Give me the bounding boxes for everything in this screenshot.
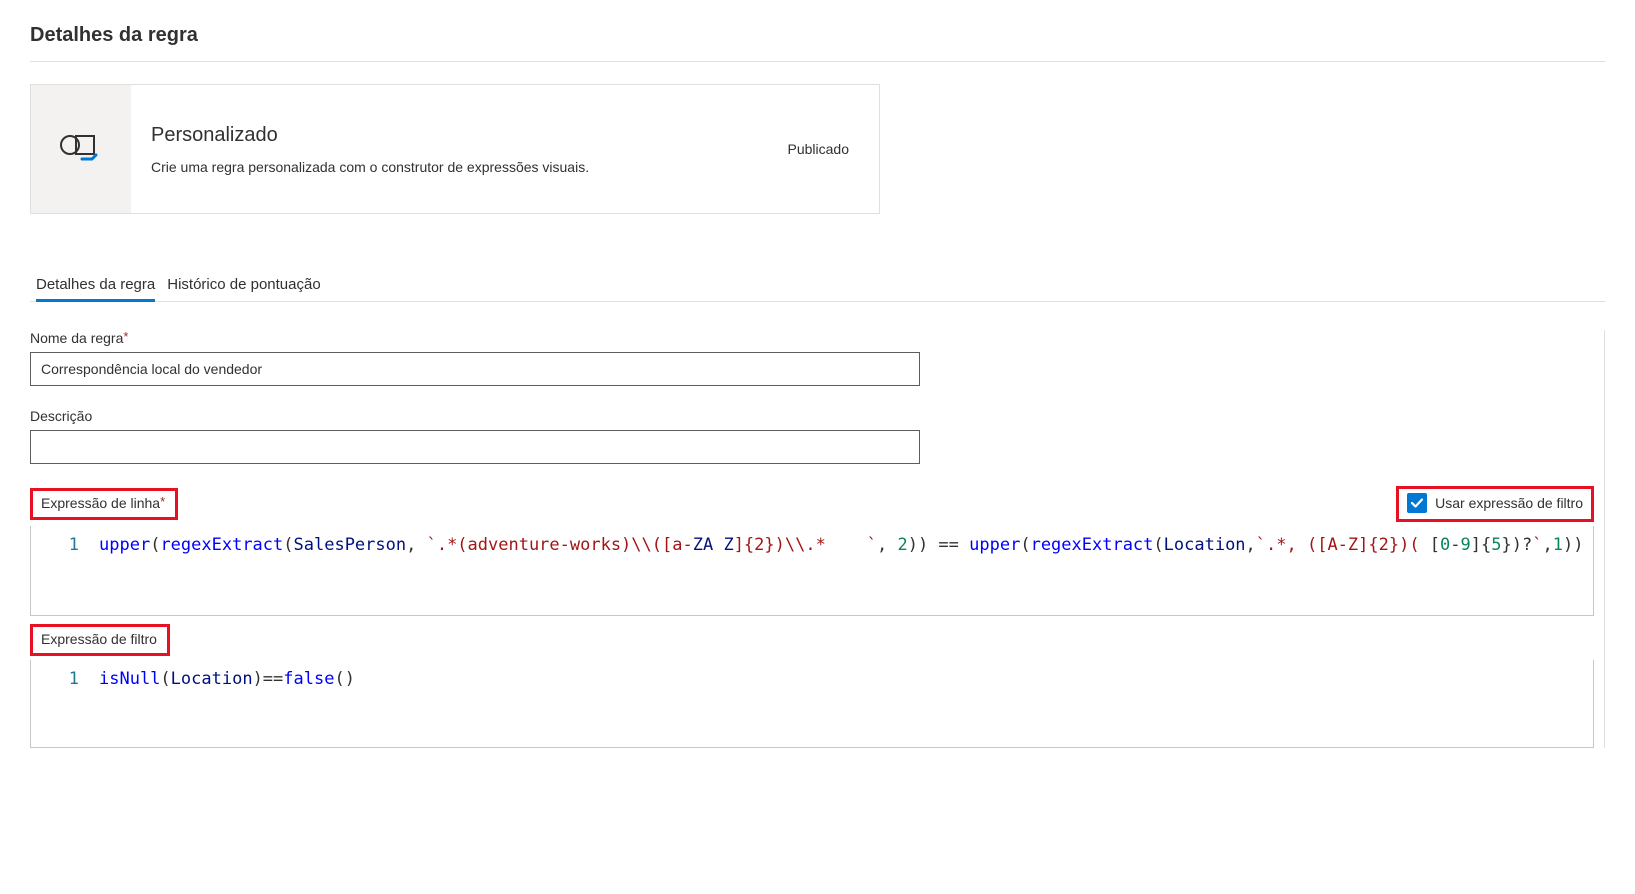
use-filter-expression-label: Usar expressão de filtro bbox=[1435, 495, 1583, 511]
line-number: 1 bbox=[31, 660, 91, 747]
use-filter-expression-checkbox[interactable] bbox=[1407, 493, 1427, 513]
required-star-icon: * bbox=[160, 494, 165, 509]
rule-card-body: Personalizado Crie uma regra personaliza… bbox=[131, 85, 879, 213]
custom-rule-icon bbox=[31, 85, 131, 213]
rule-status: Publicado bbox=[788, 141, 850, 157]
rule-summary-card: Personalizado Crie uma regra personaliza… bbox=[30, 84, 880, 214]
filter-expression-label-highlight: Expressão de filtro bbox=[30, 624, 170, 656]
use-filter-expression-highlight: Usar expressão de filtro bbox=[1396, 486, 1594, 522]
row-expression-code[interactable]: upper(regexExtract(SalesPerson, `.*(adve… bbox=[91, 526, 1593, 615]
divider bbox=[30, 61, 1605, 62]
required-star-icon: * bbox=[123, 329, 128, 344]
description-label: Descrição bbox=[30, 408, 92, 424]
line-number: 1 bbox=[31, 526, 91, 615]
rule-type-description: Crie uma regra personalizada com o const… bbox=[151, 159, 589, 175]
description-field: Descrição bbox=[30, 408, 1594, 464]
rule-name-field: Nome da regra* bbox=[30, 330, 1594, 386]
filter-expression-code[interactable]: isNull(Location)==false() bbox=[91, 660, 1593, 747]
rule-type-title: Personalizado bbox=[151, 124, 589, 147]
rule-name-input[interactable] bbox=[30, 352, 920, 386]
page-title: Detalhes da regra bbox=[30, 24, 1605, 47]
row-expression-label-highlight: Expressão de linha* bbox=[30, 488, 178, 520]
row-expression-label: Expressão de linha* bbox=[41, 495, 165, 511]
tab-rule-details[interactable]: Detalhes da regra bbox=[36, 270, 155, 301]
checkmark-icon bbox=[1410, 496, 1424, 510]
tabs: Detalhes da regra Histórico de pontuação bbox=[30, 270, 1605, 302]
filter-expression-editor[interactable]: 1 isNull(Location)==false() bbox=[30, 660, 1594, 748]
rule-name-label: Nome da regra* bbox=[30, 330, 128, 346]
filter-expression-label: Expressão de filtro bbox=[41, 631, 157, 647]
tab-score-history[interactable]: Histórico de pontuação bbox=[167, 270, 320, 301]
description-input[interactable] bbox=[30, 430, 920, 464]
row-expression-editor[interactable]: 1 upper(regexExtract(SalesPerson, `.*(ad… bbox=[30, 526, 1594, 616]
